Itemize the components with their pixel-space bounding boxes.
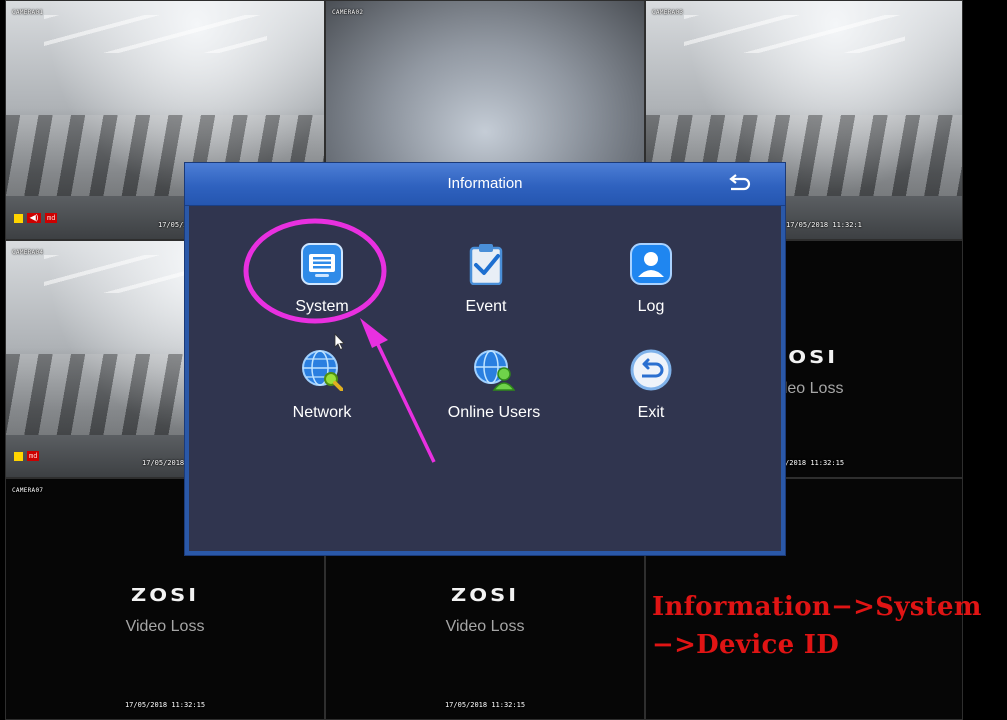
menu-item-online-users[interactable]: Online Users (429, 349, 559, 435)
video-loss-text: Video Loss (445, 618, 525, 635)
online-users-icon (474, 350, 515, 391)
camera-label: CAMERA01 (12, 9, 44, 16)
camera-label: CAMERA04 (12, 249, 44, 256)
dvr-screen: CAMERA01 ◀) md 17/05/2018 CAMERA02 CAMER… (0, 0, 1007, 720)
audio-speaker-icon: ◀) (27, 213, 41, 223)
dialog-header: Information (185, 163, 785, 206)
network-globe-icon (302, 350, 343, 391)
menu-item-label: Event (465, 298, 507, 315)
system-info-icon (301, 243, 343, 285)
motion-detect-badge: md (45, 213, 58, 223)
camera-status-icons: ◀) md (14, 213, 58, 223)
menu-item-event[interactable]: Event (421, 243, 551, 329)
return-arrow-icon (729, 174, 751, 191)
camera-timestamp: 17/05/2018 11:32:1 (786, 221, 862, 229)
menu-item-exit[interactable]: Exit (586, 349, 716, 435)
camera-timestamp: 17/05/2018 11:32:15 (444, 701, 526, 709)
camera-timestamp: 17/05/2018 11:32:15 (124, 701, 206, 709)
zosi-logo: ZOSI (130, 584, 200, 606)
camera-label: CAMERA02 (332, 9, 364, 16)
dialog-title: Information (447, 175, 523, 192)
motion-detect-badge: md (27, 451, 40, 461)
camera-status-icons: md (14, 451, 40, 461)
menu-item-label: Exit (637, 404, 665, 421)
clipboard-check-icon (469, 244, 503, 285)
menu-item-label: Online Users (447, 404, 541, 421)
information-dialog: Information System Event Log Network Onl… (185, 163, 785, 555)
record-indicator-icon (14, 213, 23, 223)
camera-label: CAMERA07 (12, 487, 44, 494)
zosi-logo: ZOSI (450, 584, 520, 606)
tutorial-caption: Information−>System −>Device ID (652, 588, 982, 664)
camera-timestamp: 17/05/2018 (142, 459, 185, 467)
record-indicator-icon (14, 451, 23, 461)
menu-item-log[interactable]: Log (586, 243, 716, 329)
user-log-icon (630, 243, 672, 285)
back-button[interactable] (727, 174, 751, 194)
video-loss-text: Video Loss (125, 618, 205, 635)
menu-item-label: Log (637, 298, 665, 315)
menu-item-system[interactable]: System (257, 243, 387, 329)
camera-label: CAMERA03 (652, 9, 684, 16)
mouse-cursor-icon (334, 333, 345, 351)
menu-item-label: System (295, 298, 349, 315)
menu-item-label: Network (292, 404, 352, 421)
caption-line-2: −>Device ID (652, 630, 840, 660)
caption-line-1: Information−>System (652, 592, 982, 622)
menu-item-network[interactable]: Network (257, 349, 387, 435)
exit-return-icon (630, 349, 672, 391)
